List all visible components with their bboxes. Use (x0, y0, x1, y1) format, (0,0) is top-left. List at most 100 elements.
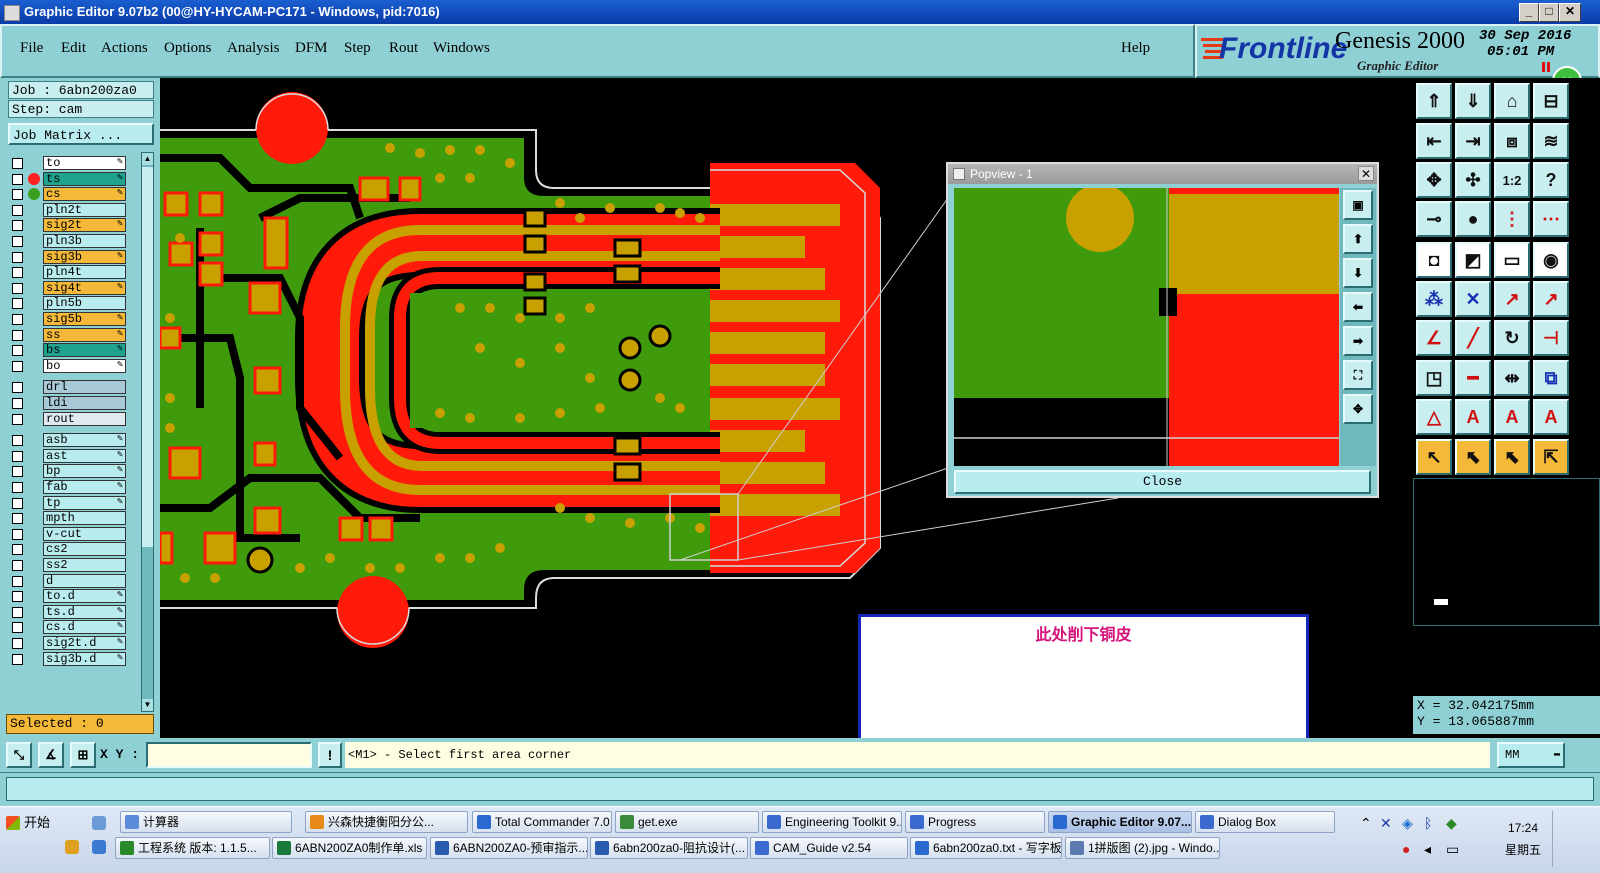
layer-row-drl[interactable]: drl (10, 380, 126, 395)
taskbar-item[interactable]: Dialog Box (1195, 811, 1335, 833)
layer-row-sig4t[interactable]: sig4t ✎ (10, 280, 126, 296)
layer-checkbox[interactable] (12, 560, 23, 571)
tray-monitor-icon[interactable]: ▭ (1446, 841, 1459, 858)
overview-map[interactable] (1413, 478, 1600, 626)
delete-icon[interactable]: ✕ (1455, 281, 1491, 317)
help-icon[interactable]: ? (1533, 162, 1569, 198)
layer-name[interactable]: sig3b.d ✎ (43, 651, 126, 666)
layer-checkbox[interactable] (12, 591, 23, 603)
zoom-window-icon[interactable]: ⊟ (1533, 83, 1569, 119)
layer-name[interactable]: pln5b (43, 296, 126, 311)
taskbar-item[interactable]: CAM_Guide v2.54 (750, 837, 908, 859)
taskbar-item[interactable]: 兴森快捷衡阳分公... (305, 811, 468, 833)
layer-row-sig3b-d[interactable]: sig3b.d ✎ (10, 651, 126, 667)
popview-zoom-fit-icon[interactable]: ▣ (1343, 190, 1373, 220)
layer-scrollbar[interactable]: ▲ ▼ (141, 152, 154, 712)
fit-step-icon[interactable]: ⇓ (1455, 83, 1491, 119)
scroll-thumb[interactable] (142, 167, 153, 547)
taskbar-item[interactable]: 1拼版图 (2).jpg - Windo... (1065, 837, 1220, 859)
taskbar-item[interactable]: 6abn200za0.txt - 写字板 (910, 837, 1062, 859)
pointer-box-icon[interactable]: ⬉ (1455, 439, 1491, 475)
layer-checkbox[interactable] (12, 606, 23, 618)
select-feature-icon[interactable]: ◘ (1416, 242, 1452, 278)
pointer-circle-icon[interactable]: ⬉ (1494, 439, 1530, 475)
layer-checkbox[interactable] (12, 622, 23, 634)
tray-network-icon[interactable]: ◈ (1402, 815, 1413, 832)
align-icon[interactable]: ⇹ (1494, 360, 1530, 396)
popview-close-icon[interactable]: ✕ (1358, 166, 1374, 181)
minimize-button[interactable]: _ (1519, 3, 1539, 22)
layer-row-ss[interactable]: ss ✎ (10, 327, 126, 343)
menu-step[interactable]: Step (344, 40, 371, 57)
layer-name[interactable]: drl (43, 380, 126, 395)
taskbar-item[interactable]: 6abn200za0-阻抗设计(... (590, 837, 748, 859)
text-a-icon[interactable]: A (1455, 399, 1491, 435)
menu-analysis[interactable]: Analysis (227, 40, 280, 57)
taskbar-item[interactable]: Progress (905, 811, 1045, 833)
layer-name[interactable]: to.d ✎ (43, 589, 126, 604)
layer-checkbox[interactable] (12, 413, 23, 425)
tray-volume-icon[interactable]: ◂ (1424, 841, 1431, 858)
slash-icon[interactable]: ╱ (1455, 320, 1491, 356)
taskbar-item[interactable]: Total Commander 7.0 ... (472, 811, 612, 833)
layer-row-pln3b[interactable]: pln3b (10, 234, 126, 249)
layer-row-sig5b[interactable]: sig5b ✎ (10, 312, 126, 327)
scale-1-2-icon[interactable]: 1:2 (1494, 162, 1530, 198)
popview-pan-down-icon[interactable]: ⬇ (1343, 258, 1373, 288)
menu-edit[interactable]: Edit (61, 40, 86, 57)
layer-name[interactable]: tp ✎ (43, 495, 126, 510)
text-b-icon[interactable]: A (1494, 399, 1530, 435)
pan-right-icon[interactable]: ⇥ (1455, 123, 1491, 159)
clock-time[interactable]: 17:24 (1498, 821, 1548, 835)
layer-row-cs[interactable]: cs ✎ (10, 187, 126, 202)
layer-checkbox[interactable] (12, 236, 23, 247)
text-c-icon[interactable]: A (1533, 399, 1569, 435)
taskbar-item[interactable]: 计算器 (120, 811, 292, 833)
menu-options[interactable]: Options (164, 40, 212, 57)
layer-checkbox[interactable] (12, 382, 23, 394)
taskbar-item[interactable]: 6ABN200ZA0-预审指示.... (430, 837, 588, 859)
popview-pan-left-icon[interactable]: ⬅ (1343, 292, 1373, 322)
expand-icon[interactable]: ✥ (1416, 162, 1452, 198)
layer-row-bs[interactable]: bs ✎ (10, 343, 126, 358)
pause-icon[interactable] (1542, 62, 1550, 72)
layer-name[interactable]: cs2 (43, 542, 126, 557)
node-icon[interactable]: ⁂ (1416, 281, 1452, 317)
maximize-button[interactable]: □ (1539, 3, 1559, 22)
taskbar-item[interactable]: Graphic Editor 9.07... (1048, 811, 1192, 833)
layer-row-bp[interactable]: bp ✎ (10, 464, 126, 479)
layer-row-v-cut[interactable]: v-cut (10, 526, 126, 542)
layer-row-rout[interactable]: rout (10, 411, 126, 427)
pad-icon[interactable]: ◉ (1533, 242, 1569, 278)
layer-name[interactable]: ts ✎ (43, 171, 126, 186)
popview-pan-right-icon[interactable]: ➡ (1343, 326, 1373, 356)
layer-name[interactable]: ss2 (43, 558, 126, 572)
tray-expand-icon[interactable]: ⌃ (1360, 815, 1372, 832)
taskbar-item[interactable]: get.exe (615, 811, 759, 833)
layer-name[interactable]: bp ✎ (43, 464, 126, 479)
draw-line-icon[interactable]: ◩ (1455, 242, 1491, 278)
rotate-icon[interactable]: ↻ (1494, 320, 1530, 356)
layer-checkbox[interactable] (12, 544, 23, 556)
layer-checkbox[interactable] (12, 450, 23, 462)
layer-name[interactable]: rout (43, 411, 126, 426)
layer-checkbox[interactable] (12, 345, 23, 357)
layer-row-bo[interactable]: bo ✎ (10, 358, 126, 374)
move-point-icon[interactable]: ↗ (1494, 281, 1530, 317)
layer-checkbox[interactable] (12, 173, 23, 185)
layer-row-to[interactable]: to ✎ (10, 156, 126, 171)
layer-name[interactable]: sig4t ✎ (43, 280, 126, 295)
layer-color-dot[interactable] (28, 172, 40, 185)
tray-security-icon[interactable]: ◆ (1446, 815, 1457, 832)
layer-checkbox[interactable] (12, 638, 23, 649)
layer-row-ast[interactable]: ast ✎ (10, 448, 126, 464)
layer-name[interactable]: pln2t (43, 202, 126, 217)
layer-checkbox[interactable] (12, 298, 23, 310)
layer-checkbox[interactable] (12, 497, 23, 509)
layer-name[interactable]: cs.d ✎ (43, 620, 126, 635)
layer-checkbox[interactable] (12, 466, 23, 478)
home-icon[interactable]: ⌂ (1494, 83, 1530, 119)
layer-checkbox[interactable] (12, 398, 23, 409)
scroll-up-icon[interactable]: ▲ (142, 153, 153, 165)
menu-dfm[interactable]: DFM (295, 40, 328, 57)
